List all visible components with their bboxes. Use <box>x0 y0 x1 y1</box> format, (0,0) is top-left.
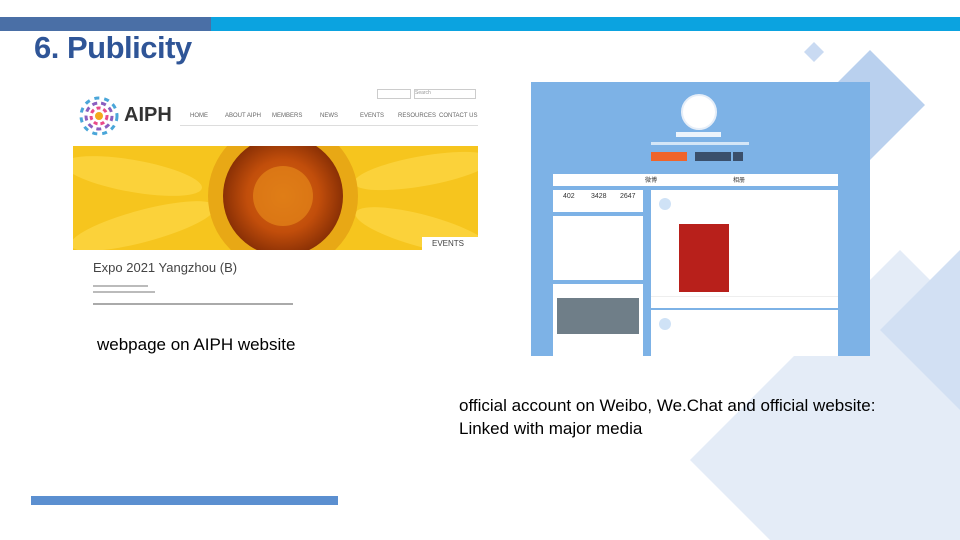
aiph-nav-item-home[interactable]: HOME <box>190 113 208 119</box>
weibo-message-button[interactable] <box>695 152 731 161</box>
weibo-follow-button[interactable] <box>651 152 687 161</box>
aiph-body-text <box>93 285 293 305</box>
weibo-post-avatar-2 <box>659 318 671 330</box>
weibo-tab-album[interactable]: 相册 <box>733 175 745 184</box>
weibo-account-desc <box>651 142 749 145</box>
weibo-screenshot: 微博 相册 402 3428 2647 <box>531 82 870 356</box>
aiph-logo-text: AIPH <box>124 104 172 126</box>
aiph-nav-item-contact[interactable]: CONTACT US <box>439 113 477 119</box>
caption-weibo-line1: official account on Weibo, We.Chat and o… <box>459 396 876 415</box>
bottom-accent-bar <box>31 496 338 505</box>
weibo-stat-posts: 2647 <box>620 193 636 200</box>
events-tag: EVENTS <box>421 237 478 250</box>
weibo-post-card <box>651 190 838 308</box>
aiph-header: AIPH Search HOME ABOUT AIPH MEMBERS NEWS… <box>73 84 478 144</box>
weibo-post-actions <box>651 296 838 297</box>
aiph-nav-item-about[interactable]: ABOUT AIPH <box>225 113 261 119</box>
weibo-avatar <box>681 94 717 130</box>
aiph-search-input[interactable]: Search <box>414 89 476 99</box>
flower-banner-image: EVENTS <box>73 146 478 250</box>
caption-weibo-line2: Linked with major media <box>459 419 643 438</box>
weibo-stat-followers: 3428 <box>591 193 607 200</box>
slide-title: 6. Publicity <box>34 30 192 65</box>
weibo-tab-feed[interactable]: 微博 <box>645 175 657 184</box>
weibo-photo-image <box>557 298 639 334</box>
aiph-nav-item-news[interactable]: NEWS <box>320 113 338 119</box>
weibo-more-button[interactable] <box>733 152 743 161</box>
weibo-post-card-2 <box>651 310 838 356</box>
top-accent-bar-light <box>211 17 960 31</box>
aiph-nav-item-events[interactable]: EVENTS <box>360 113 384 119</box>
weibo-photo-card <box>553 284 643 356</box>
weibo-post-avatar <box>659 198 671 210</box>
weibo-post-image <box>679 224 729 292</box>
aiph-nav-item-resources[interactable]: RESOURCES <box>398 113 436 119</box>
weibo-account-name <box>676 132 721 137</box>
weibo-info-card <box>553 216 643 280</box>
aiph-page-heading: Expo 2021 Yangzhou (B) <box>93 260 238 275</box>
top-accent-bar-dark <box>0 17 211 31</box>
aiph-nav-divider <box>180 125 478 126</box>
caption-aiph-webpage: webpage on AIPH website <box>97 335 296 354</box>
weibo-stat-following: 402 <box>563 193 575 200</box>
weibo-tab-bar: 微博 相册 <box>553 174 838 186</box>
aiph-top-link[interactable] <box>377 89 411 99</box>
aiph-nav-item-members[interactable]: MEMBERS <box>272 113 302 119</box>
weibo-stats-card: 402 3428 2647 <box>553 190 643 212</box>
aiph-logo-icon <box>79 96 119 136</box>
aiph-webpage-screenshot: AIPH Search HOME ABOUT AIPH MEMBERS NEWS… <box>73 84 478 330</box>
